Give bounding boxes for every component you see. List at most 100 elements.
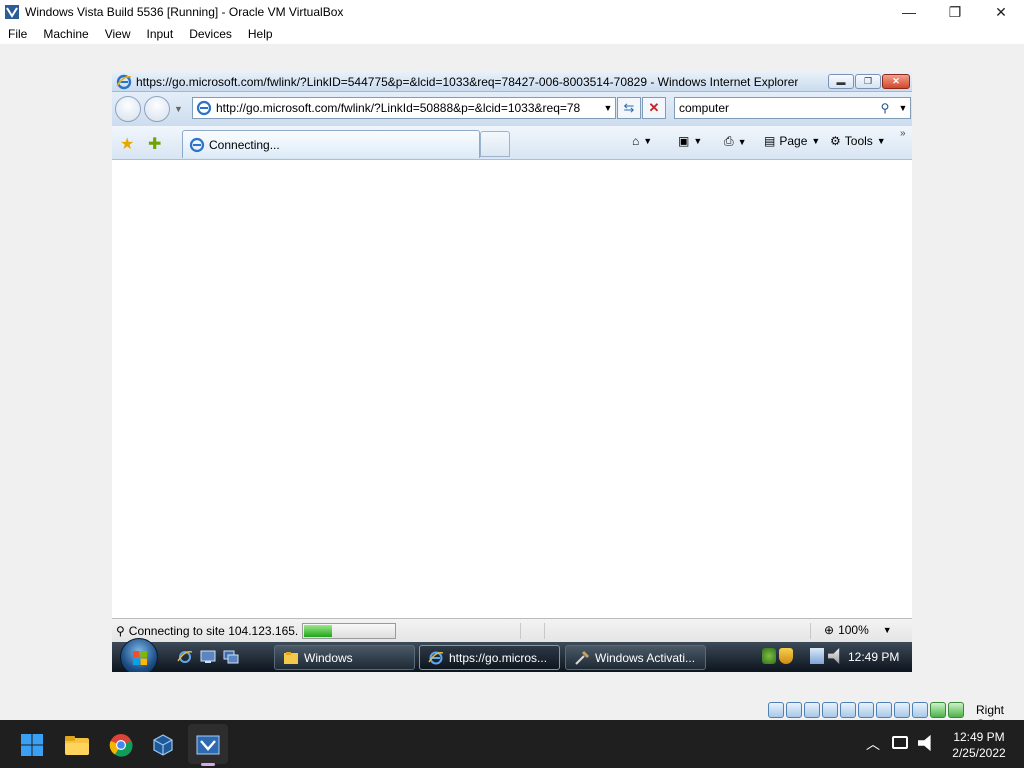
- taskbar-ie-window[interactable]: https://go.micros...: [419, 645, 560, 670]
- folder-icon: [65, 736, 89, 755]
- home-icon: ⌂: [632, 134, 640, 148]
- network-adapter-icon[interactable]: [822, 702, 838, 718]
- refresh-button[interactable]: ⇆: [617, 97, 641, 119]
- file-explorer-icon[interactable]: [64, 732, 90, 758]
- usb-icon[interactable]: [840, 702, 856, 718]
- ie-page-content[interactable]: [112, 160, 912, 618]
- tab-ie-icon: [189, 137, 205, 152]
- favorites-center-icon[interactable]: ★: [120, 134, 134, 154]
- more-commands-chevron-icon[interactable]: »: [900, 128, 906, 139]
- search-box[interactable]: computer ⚲ ▼: [674, 97, 911, 119]
- switch-windows-icon[interactable]: [223, 650, 239, 664]
- security-shield-icon[interactable]: [779, 648, 793, 664]
- recent-pages-dropdown-icon[interactable]: ▼: [174, 104, 183, 114]
- status-separator: [544, 623, 545, 639]
- zoom-control[interactable]: ⊕ 100% ▼: [824, 623, 892, 637]
- vista-taskbar: Windows https://go.micros... Windows Act…: [112, 638, 912, 672]
- tools-menu-label: Tools: [844, 134, 873, 148]
- menu-machine[interactable]: Machine: [35, 27, 96, 41]
- virtualbox-vm-icon: [5, 5, 19, 19]
- hard-disk-icon[interactable]: [768, 702, 784, 718]
- volume-icon[interactable]: [828, 648, 840, 664]
- host-clock[interactable]: 12:49 PM 2/25/2022: [944, 729, 1014, 761]
- maximize-button[interactable]: ❐: [932, 0, 978, 24]
- zoom-level: 100%: [838, 623, 869, 637]
- vista-vm-icon[interactable]: [195, 732, 221, 758]
- chrome-logo-icon: [109, 734, 133, 757]
- network-monitor-icon[interactable]: [892, 736, 908, 749]
- new-tab-button[interactable]: [480, 131, 510, 157]
- windows-start-icon[interactable]: [19, 732, 45, 758]
- menu-view[interactable]: View: [97, 27, 139, 41]
- page-menu-button[interactable]: ▤ Page ▼: [764, 134, 820, 148]
- vbox-menubar: File Machine View Input Devices Help: [0, 24, 1024, 44]
- mouse-integration-icon[interactable]: [930, 702, 946, 718]
- taskbar-windows-folder[interactable]: Windows: [274, 645, 415, 670]
- stop-button[interactable]: ✕: [642, 97, 666, 119]
- vista-clock[interactable]: 12:49 PM: [848, 650, 899, 664]
- address-dropdown-icon[interactable]: ▼: [601, 103, 615, 113]
- tools-dropdown-icon: ▼: [876, 136, 886, 146]
- home-button[interactable]: ⌂ ▼: [632, 134, 652, 148]
- cpu-icon[interactable]: [912, 702, 928, 718]
- add-to-favorites-icon[interactable]: ✚: [148, 134, 161, 154]
- print-dropdown-icon[interactable]: ▼: [738, 137, 747, 147]
- gear-icon: ⚙: [830, 134, 841, 148]
- search-input[interactable]: computer: [679, 101, 874, 115]
- ie-status-bar: ⚲ Connecting to site 104.123.165. ⊕ 100%…: [112, 618, 912, 642]
- chrome-icon[interactable]: [108, 732, 134, 758]
- menu-file[interactable]: File: [0, 27, 35, 41]
- ie-restore-button[interactable]: ❐: [855, 74, 881, 89]
- virtualbox-icon[interactable]: [150, 732, 176, 758]
- close-button[interactable]: ✕: [978, 0, 1024, 24]
- windows-flag-icon: [133, 651, 147, 665]
- taskbar-button-label: Windows Activati...: [595, 650, 696, 665]
- display-icon[interactable]: [876, 702, 892, 718]
- home-dropdown-icon[interactable]: ▼: [643, 136, 652, 146]
- menu-input[interactable]: Input: [139, 27, 182, 41]
- rss-feed-icon: ▣: [678, 134, 690, 148]
- vbox-device-icons: [768, 702, 964, 718]
- address-input[interactable]: http://go.microsoft.com/fwlink/?LinkId=5…: [216, 101, 601, 115]
- ie-navigation-bar: ▼ http://go.microsoft.com/fwlink/?LinkId…: [112, 92, 912, 126]
- speaker-icon[interactable]: [918, 734, 931, 752]
- page-icon: ▤: [764, 134, 776, 148]
- tools-menu-button[interactable]: ⚙ Tools ▼: [830, 134, 886, 148]
- feeds-dropdown-icon[interactable]: ▼: [693, 136, 702, 146]
- search-icon[interactable]: ⚲: [874, 101, 896, 115]
- menu-help[interactable]: Help: [240, 27, 281, 41]
- ie-close-button[interactable]: ✕: [882, 74, 910, 89]
- host-date: 2/25/2022: [952, 746, 1006, 760]
- ie-minimize-button[interactable]: ▬: [828, 74, 854, 89]
- minimize-button[interactable]: —: [886, 0, 932, 24]
- windows-update-icon[interactable]: [762, 648, 776, 664]
- print-button[interactable]: ⎙ ▼: [724, 134, 747, 149]
- shared-folders-icon[interactable]: [858, 702, 874, 718]
- feeds-button[interactable]: ▣ ▼: [678, 134, 702, 148]
- quicklaunch-ie-icon[interactable]: [177, 650, 193, 664]
- search-options-dropdown-icon[interactable]: ▼: [896, 103, 910, 113]
- show-desktop-icon[interactable]: [200, 650, 216, 664]
- show-hidden-icons-chevron-icon[interactable]: ︿: [866, 734, 880, 754]
- folder-icon: [284, 651, 298, 664]
- vista-start-button[interactable]: [120, 638, 158, 672]
- page-dropdown-icon: ▼: [811, 136, 821, 146]
- optical-drive-icon[interactable]: [786, 702, 802, 718]
- guest-screen[interactable]: https://go.microsoft.com/fwlink/?LinkID=…: [112, 72, 912, 672]
- keyboard-capture-icon[interactable]: [948, 702, 964, 718]
- back-button[interactable]: [115, 96, 141, 122]
- zoom-dropdown-icon[interactable]: ▼: [883, 625, 892, 635]
- menu-devices[interactable]: Devices: [181, 27, 240, 41]
- ie-command-bar: ★ ✚ Connecting... ⌂ ▼ ▣ ▼ ⎙ ▼ ▤ Page ▼ ⚙ To…: [112, 126, 912, 160]
- ie-icon: [116, 74, 132, 89]
- page-load-progress-bar: [302, 622, 397, 639]
- recording-icon[interactable]: [894, 702, 910, 718]
- tab-connecting[interactable]: Connecting...: [182, 130, 480, 158]
- audio-icon[interactable]: [804, 702, 820, 718]
- address-bar[interactable]: http://go.microsoft.com/fwlink/?LinkId=5…: [192, 97, 616, 119]
- virtualbox-cube-icon: [153, 734, 173, 756]
- network-icon[interactable]: [810, 648, 824, 664]
- taskbar-windows-activation[interactable]: Windows Activati...: [565, 645, 706, 670]
- page-menu-label: Page: [779, 134, 808, 148]
- forward-button[interactable]: [144, 96, 170, 122]
